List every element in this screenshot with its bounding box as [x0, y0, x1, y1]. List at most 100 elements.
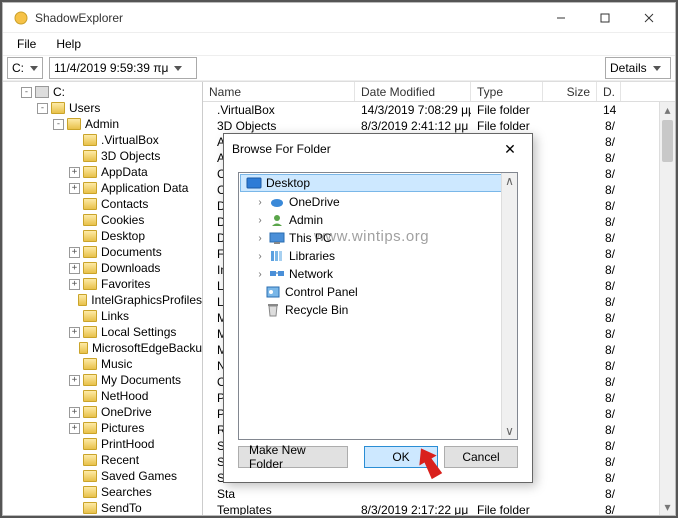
tree-item[interactable]: Music [7, 356, 202, 372]
tree-item[interactable]: +OneDrive [7, 404, 202, 420]
tree-item[interactable]: Desktop [7, 228, 202, 244]
tree-item[interactable]: Contacts [7, 196, 202, 212]
recyclebin-icon [265, 303, 281, 317]
ok-button[interactable]: OK [364, 446, 438, 468]
collapse-icon[interactable]: - [53, 119, 64, 130]
scroll-up-icon[interactable]: ∧ [502, 173, 517, 189]
table-row[interactable]: .VirtualBox14/3/2019 7:08:29 μμFile fold… [203, 102, 675, 118]
collapse-icon[interactable]: - [21, 87, 32, 98]
tree-label: Pictures [101, 420, 144, 436]
folder-icon [83, 310, 97, 322]
tree-item[interactable]: .VirtualBox [7, 132, 202, 148]
bf-desktop[interactable]: Desktop [240, 174, 516, 192]
expand-icon[interactable]: + [69, 327, 80, 338]
cancel-button[interactable]: Cancel [444, 446, 518, 468]
tree-label: C: [53, 84, 65, 100]
cell-d2: 8/ [597, 359, 621, 373]
expand-icon[interactable]: + [69, 375, 80, 386]
list-scrollbar[interactable]: ▴ ▾ [659, 102, 675, 515]
tree-item[interactable]: +Application Data [7, 180, 202, 196]
tree-item[interactable]: +Favorites [7, 276, 202, 292]
table-row[interactable]: Templates8/3/2019 2:17:22 μμFile folder8… [203, 502, 675, 515]
dialog-close-button[interactable]: ✕ [496, 141, 524, 158]
tree-item[interactable]: + Local Settings [7, 324, 202, 340]
cell-modified: 14/3/2019 7:08:29 μμ [355, 103, 471, 117]
tree-item[interactable]: 3D Objects [7, 148, 202, 164]
dialog-titlebar: Browse For Folder ✕ [224, 134, 532, 164]
scroll-thumb[interactable] [662, 120, 673, 162]
table-row[interactable]: 3D Objects8/3/2019 2:41:12 μμFile folder… [203, 118, 675, 134]
folder-icon [51, 102, 65, 114]
tree-users[interactable]: -Users [7, 100, 202, 116]
tree-label: Local Settings [101, 324, 176, 340]
col-name[interactable]: Name [203, 82, 355, 101]
tree-item[interactable]: Cookies [7, 212, 202, 228]
bf-libraries[interactable]: › Libraries [239, 247, 517, 265]
folder-icon [79, 342, 88, 354]
folder-icon [83, 198, 97, 210]
cell-d2: 8/ [597, 487, 621, 501]
tree-item[interactable]: Links [7, 308, 202, 324]
minimize-button[interactable] [539, 4, 583, 32]
scroll-down-icon[interactable]: ▾ [660, 499, 675, 515]
maximize-button[interactable] [583, 4, 627, 32]
tree-admin[interactable]: -Admin [7, 116, 202, 132]
scroll-down-icon[interactable]: ∨ [502, 423, 517, 439]
tree-item[interactable]: + Pictures [7, 420, 202, 436]
col-size[interactable]: Size [543, 82, 597, 101]
spacer [69, 471, 80, 482]
tree-item[interactable]: +My Documents [7, 372, 202, 388]
user-icon [269, 213, 285, 227]
tree-item[interactable]: Saved Games [7, 468, 202, 484]
expand-icon[interactable]: + [69, 247, 80, 258]
tree-item[interactable]: PrintHood [7, 436, 202, 452]
expand-icon[interactable]: + [69, 279, 80, 290]
tree-item[interactable]: SendTo [7, 500, 202, 515]
desktop-icon [246, 176, 262, 190]
folder-icon [78, 294, 87, 306]
close-button[interactable] [627, 4, 671, 32]
drive-combo[interactable]: C: [7, 57, 43, 79]
col-modified[interactable]: Date Modified [355, 82, 471, 101]
folder-icon [83, 358, 97, 370]
expand-icon[interactable]: + [69, 407, 80, 418]
expand-icon[interactable]: + [69, 183, 80, 194]
cell-d2: 8/ [597, 231, 621, 245]
col-accessed[interactable]: D. [597, 82, 621, 101]
tree-item[interactable]: IntelGraphicsProfiles [7, 292, 202, 308]
tree-item[interactable]: +Downloads [7, 260, 202, 276]
menu-help[interactable]: Help [46, 35, 91, 53]
bf-recyclebin[interactable]: Recycle Bin [239, 301, 517, 319]
bf-thispc[interactable]: › This PC [239, 229, 517, 247]
tree-root[interactable]: - C: [7, 84, 202, 100]
expand-icon[interactable]: + [69, 423, 80, 434]
cell-d2: 8/ [597, 391, 621, 405]
folder-icon [83, 134, 97, 146]
snapshot-combo[interactable]: 11/4/2019 9:59:39 πμ [49, 57, 197, 79]
scroll-up-icon[interactable]: ▴ [660, 102, 675, 118]
folder-icon [83, 166, 97, 178]
collapse-icon[interactable]: - [37, 103, 48, 114]
tree-item[interactable]: Recent [7, 452, 202, 468]
dialog-scrollbar[interactable]: ∧ ∨ [501, 173, 517, 439]
bf-network[interactable]: › Network [239, 265, 517, 283]
tree-item[interactable]: +AppData [7, 164, 202, 180]
col-type[interactable]: Type [471, 82, 543, 101]
expand-icon[interactable]: + [69, 263, 80, 274]
tree-item[interactable]: Searches [7, 484, 202, 500]
tree-pane[interactable]: -C:-Users-Admin.VirtualBox3D Objects+App… [3, 82, 203, 515]
bf-admin[interactable]: › Admin [239, 211, 517, 229]
make-new-folder-button[interactable]: Make New Folder [238, 446, 348, 468]
bf-onedrive[interactable]: › OneDrive [239, 193, 517, 211]
folder-tree[interactable]: Desktop › OneDrive › Admin › This PC › L… [238, 172, 518, 440]
tree-item[interactable]: +Documents [7, 244, 202, 260]
tree-item[interactable]: NetHood [7, 388, 202, 404]
menu-file[interactable]: File [7, 35, 46, 53]
bf-controlpanel[interactable]: Control Panel [239, 283, 517, 301]
cell-d2: 8/ [597, 263, 621, 277]
expand-icon[interactable]: + [69, 167, 80, 178]
tree-item[interactable]: MicrosoftEdgeBacku [7, 340, 202, 356]
view-combo[interactable]: Details [605, 57, 671, 79]
tree-label: MicrosoftEdgeBacku [92, 340, 202, 356]
table-row[interactable]: Sta8/ [203, 486, 675, 502]
